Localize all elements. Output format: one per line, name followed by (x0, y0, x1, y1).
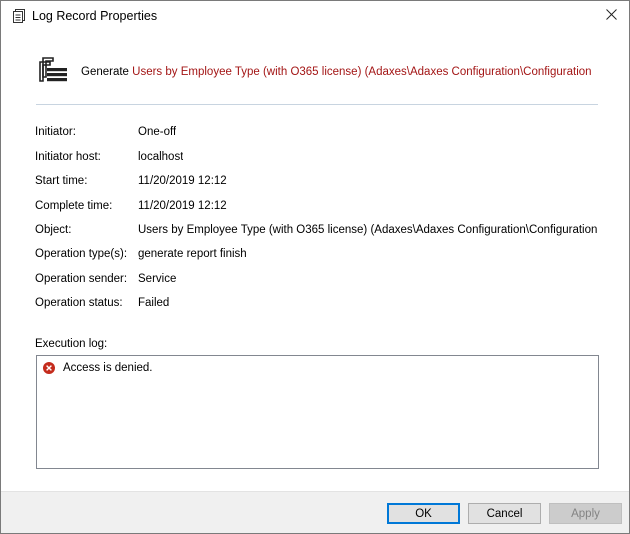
operation-status-label: Operation status: (35, 297, 123, 309)
log-entry-text: Access is denied. (63, 362, 153, 374)
object-label: Object: (35, 224, 72, 236)
error-icon (43, 362, 55, 374)
close-button[interactable] (596, 4, 626, 28)
operation-summary: Generate Users by Employee Type (with O3… (81, 66, 595, 78)
window-title: Log Record Properties (32, 9, 158, 23)
log-record-properties-dialog: Log Record Properties Generate Users by … (0, 0, 630, 534)
apply-button[interactable]: Apply (549, 503, 622, 524)
dialog-footer: OK Cancel Apply (1, 491, 629, 533)
operation-action: Generate (81, 66, 129, 78)
log-record-icon (12, 9, 26, 23)
execution-log-list[interactable]: Access is denied. (36, 355, 599, 469)
initiator-host-label: Initiator host: (35, 151, 101, 163)
log-entry[interactable]: Access is denied. (43, 362, 153, 374)
operation-sender-value: Service (138, 273, 177, 285)
log-document-icon (37, 57, 69, 85)
operation-types-value: generate report finish (138, 248, 247, 260)
start-time-value: 11/20/2019 12:12 (138, 175, 227, 187)
initiator-host-value: localhost (138, 151, 184, 163)
initiator-value: One-off (138, 126, 177, 138)
operation-target: Users by Employee Type (with O365 licens… (132, 66, 595, 78)
operation-sender-label: Operation sender: (35, 273, 128, 285)
title-bar[interactable]: Log Record Properties (1, 1, 629, 31)
complete-time-label: Complete time: (35, 200, 113, 212)
operation-types-label: Operation type(s): (35, 248, 128, 260)
ok-button[interactable]: OK (387, 503, 460, 524)
operation-status-value: Failed (138, 297, 170, 309)
close-icon (605, 9, 617, 23)
execution-log-label: Execution log: (35, 338, 108, 350)
start-time-label: Start time: (35, 175, 88, 187)
cancel-button[interactable]: Cancel (468, 503, 541, 524)
complete-time-value: 11/20/2019 12:12 (138, 200, 227, 212)
object-value: Users by Employee Type (with O365 licens… (138, 224, 598, 236)
header-separator (36, 104, 598, 105)
initiator-label: Initiator: (35, 126, 76, 138)
